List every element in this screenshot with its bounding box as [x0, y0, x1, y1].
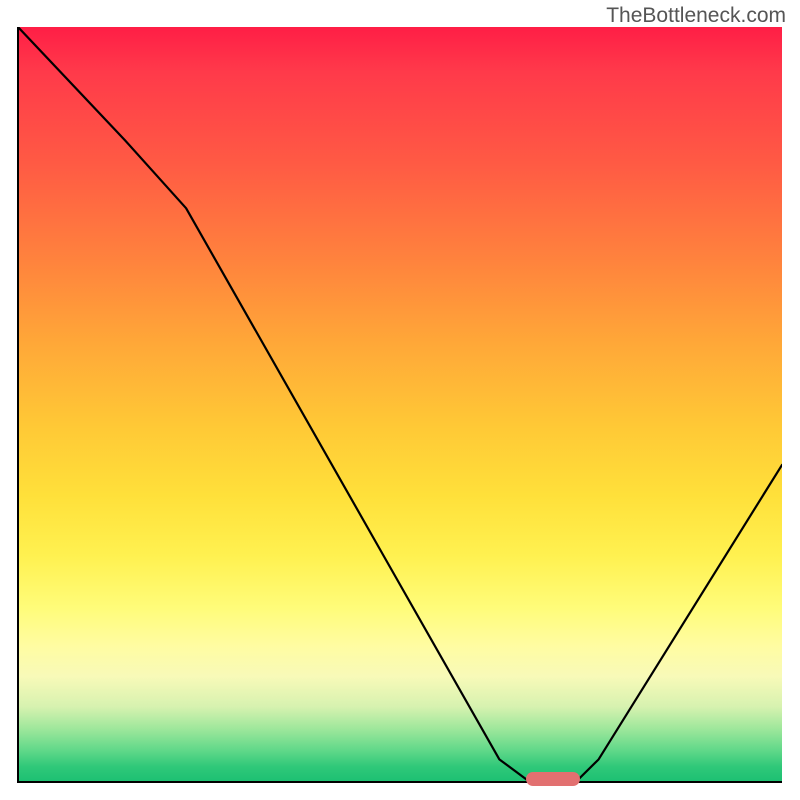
watermark-text: TheBottleneck.com	[606, 4, 786, 28]
chart-container: TheBottleneck.com	[0, 0, 800, 800]
curve-svg	[18, 27, 782, 782]
bottleneck-curve-path	[18, 27, 782, 782]
optimal-marker	[526, 772, 580, 786]
plot-area	[18, 27, 782, 782]
